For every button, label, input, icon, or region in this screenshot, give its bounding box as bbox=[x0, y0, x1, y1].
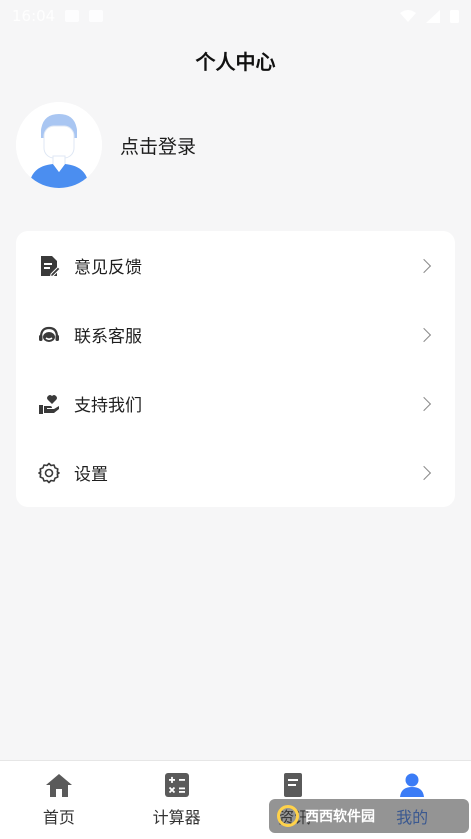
menu-item-support-us[interactable]: 支持我们 bbox=[16, 369, 455, 438]
tab-home[interactable]: 首页 bbox=[0, 761, 118, 839]
headset-icon bbox=[38, 324, 60, 346]
menu-item-settings[interactable]: 设置 bbox=[16, 438, 455, 507]
status-right bbox=[400, 9, 459, 23]
feedback-document-icon bbox=[38, 255, 60, 277]
tab-label-calculator: 计算器 bbox=[152, 808, 201, 827]
status-bar: 16:04 bbox=[0, 0, 471, 32]
tab-news[interactable]: 资讯 bbox=[236, 761, 354, 839]
chevron-right-icon bbox=[416, 396, 432, 411]
default-avatar-icon bbox=[16, 102, 102, 188]
chevron-right-icon bbox=[416, 327, 432, 342]
tab-label-home: 首页 bbox=[42, 808, 75, 827]
notification-icon bbox=[65, 10, 80, 22]
menu-item-customer-service[interactable]: 联系客服 bbox=[16, 300, 455, 369]
hand-heart-icon bbox=[38, 393, 60, 415]
tab-mine[interactable]: 我的 bbox=[353, 761, 471, 839]
page-title: 个人中心 bbox=[195, 50, 276, 74]
tab-label-news: 资讯 bbox=[278, 808, 311, 827]
menu-label-customer-service: 联系客服 bbox=[74, 327, 142, 347]
calculator-icon bbox=[164, 773, 189, 797]
login-link[interactable]: 点击登录 bbox=[120, 132, 196, 159]
menu-label-settings: 设置 bbox=[74, 465, 108, 485]
bottom-tab-bar: 首页 计算器 资讯 我的 bbox=[0, 760, 471, 839]
tab-calculator[interactable]: 计算器 bbox=[118, 761, 236, 839]
status-left: 16:04 bbox=[12, 7, 104, 25]
tab-label-mine: 我的 bbox=[396, 808, 429, 827]
menu-item-feedback[interactable]: 意见反馈 bbox=[16, 231, 455, 300]
news-icon bbox=[284, 773, 303, 797]
battery-icon bbox=[450, 10, 459, 23]
status-time: 16:04 bbox=[12, 7, 56, 25]
app-notification-icon bbox=[89, 10, 104, 22]
avatar[interactable] bbox=[16, 102, 102, 188]
gear-icon bbox=[38, 462, 60, 484]
home-icon bbox=[45, 774, 72, 797]
menu-label-feedback: 意见反馈 bbox=[74, 258, 142, 278]
screen: 16:04 个人中心 点击登录 意见反馈 联系客服 支持我们 设置 首页 计算器… bbox=[0, 0, 471, 839]
menu-card: 意见反馈 联系客服 支持我们 设置 bbox=[16, 231, 455, 507]
menu-label-support-us: 支持我们 bbox=[74, 396, 142, 416]
wifi-icon bbox=[400, 9, 416, 22]
chevron-right-icon bbox=[416, 258, 432, 273]
profile-section[interactable]: 点击登录 bbox=[16, 102, 196, 188]
signal-icon bbox=[426, 9, 440, 23]
user-icon bbox=[400, 773, 425, 797]
chevron-right-icon bbox=[416, 465, 432, 480]
